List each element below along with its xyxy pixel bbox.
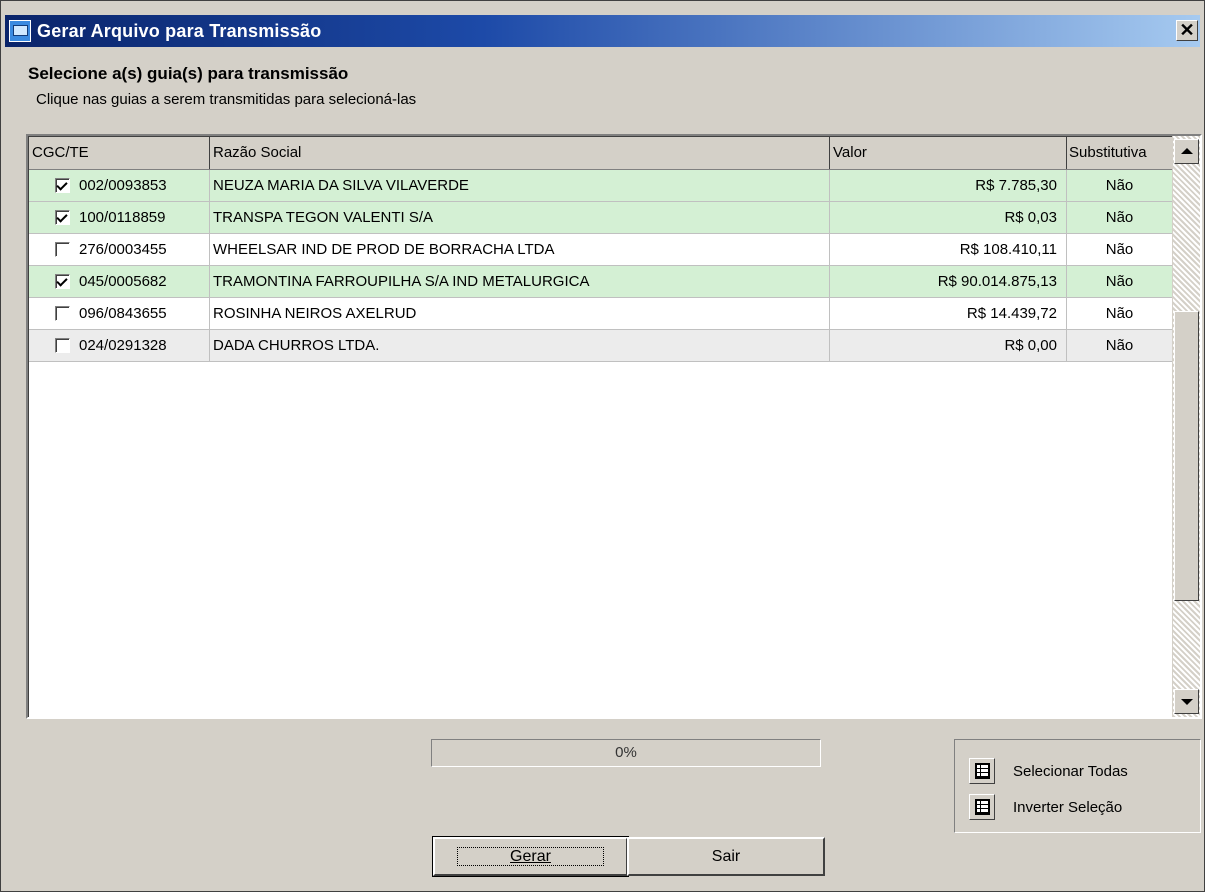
cell-valor: R$ 14.439,72 [830, 298, 1067, 329]
cell-cgc: 276/0003455 [29, 234, 210, 265]
inverter-selecao-label: Inverter Seleção [1013, 798, 1123, 816]
list-select-icon [969, 758, 995, 784]
cell-cgc: 096/0843655 [29, 298, 210, 329]
column-header-razao-social[interactable]: Razão Social [210, 137, 830, 169]
guias-grid: CGC/TE Razão Social Valor Substitutiva 0… [26, 134, 1202, 719]
cgc-value: 276/0003455 [79, 241, 167, 258]
cell-substitutiva: Não [1067, 330, 1173, 361]
sair-button[interactable]: Sair [627, 837, 825, 876]
gerar-label: Gerar [457, 847, 604, 866]
cell-razao-social: TRAMONTINA FARROUPILHA S/A IND METALURGI… [210, 266, 830, 297]
row-checkbox[interactable] [55, 178, 70, 193]
selecionar-todas-label: Selecionar Todas [1013, 762, 1128, 780]
window-title: Gerar Arquivo para Transmissão [37, 20, 322, 41]
cell-valor: R$ 7.785,30 [830, 170, 1067, 201]
inverter-selecao-button[interactable]: Inverter Seleção [969, 792, 1122, 822]
cell-cgc: 024/0291328 [29, 330, 210, 361]
arrow-down-icon [1181, 699, 1193, 705]
cell-substitutiva: Não [1067, 266, 1173, 297]
vertical-scrollbar[interactable] [1172, 136, 1200, 717]
gerar-button[interactable]: Gerar [432, 836, 629, 877]
page-heading: Selecione a(s) guia(s) para transmissão [28, 64, 349, 83]
row-checkbox[interactable] [55, 274, 70, 289]
cgc-value: 045/0005682 [79, 273, 167, 290]
cell-valor: R$ 0,00 [830, 330, 1067, 361]
cell-substitutiva: Não [1067, 298, 1173, 329]
row-checkbox[interactable] [55, 210, 70, 225]
cell-substitutiva: Não [1067, 202, 1173, 233]
row-checkbox[interactable] [55, 338, 70, 353]
column-header-valor[interactable]: Valor [830, 137, 1067, 169]
grid-body: CGC/TE Razão Social Valor Substitutiva 0… [28, 136, 1174, 717]
table-row[interactable]: 276/0003455 WHEELSAR IND DE PROD DE BORRA… [29, 234, 1174, 266]
table-row[interactable]: 100/0118859 TRANSPA TEGON VALENTI S/A R$ 0… [29, 202, 1174, 234]
page-subheading: Clique nas guias a serem transmitidas pa… [36, 91, 417, 108]
list-invert-icon [969, 794, 995, 820]
cell-razao-social: ROSINHA NEIROS AXELRUD [210, 298, 830, 329]
table-row[interactable]: 002/0093853 NEUZA MARIA DA SILVA VILAVERD… [29, 170, 1174, 202]
scroll-thumb[interactable] [1174, 311, 1199, 601]
cell-valor: R$ 0,03 [830, 202, 1067, 233]
cell-substitutiva: Não [1067, 170, 1173, 201]
cell-razao-social: TRANSPA TEGON VALENTI S/A [210, 202, 830, 233]
title-bar: Gerar Arquivo para Transmissão ✕ [5, 15, 1200, 47]
table-row[interactable]: 045/0005682 TRAMONTINA FARROUPILHA S/A IN… [29, 266, 1174, 298]
cell-razao-social: NEUZA MARIA DA SILVA VILAVERDE [210, 170, 830, 201]
table-row[interactable]: 024/0291328 DADA CHURROS LTDA. R$ 0,00 Não [29, 330, 1174, 362]
cell-razao-social: DADA CHURROS LTDA. [210, 330, 830, 361]
table-row[interactable]: 096/0843655 ROSINHA NEIROS AXELRUD R$ 14.4… [29, 298, 1174, 330]
scroll-up-button[interactable] [1174, 139, 1199, 164]
progress-label: 0% [615, 744, 637, 761]
close-button[interactable]: ✕ [1176, 20, 1198, 41]
row-checkbox[interactable] [55, 306, 70, 321]
cell-razao-social: WHEELSAR IND DE PROD DE BORRACHA LTDA [210, 234, 830, 265]
arrow-up-icon [1181, 148, 1193, 154]
grid-rows: 002/0093853 NEUZA MARIA DA SILVA VILAVERD… [29, 170, 1174, 362]
cell-valor: R$ 108.410,11 [830, 234, 1067, 265]
scroll-down-button[interactable] [1174, 689, 1199, 714]
cell-valor: R$ 90.014.875,13 [830, 266, 1067, 297]
cell-cgc: 100/0118859 [29, 202, 210, 233]
close-icon: ✕ [1179, 20, 1195, 40]
cell-cgc: 002/0093853 [29, 170, 210, 201]
column-header-cgc[interactable]: CGC/TE [29, 137, 210, 169]
cell-substitutiva: Não [1067, 234, 1173, 265]
sair-label: Sair [711, 848, 741, 865]
column-header-substitutiva[interactable]: Substitutiva [1067, 137, 1173, 169]
cell-cgc: 045/0005682 [29, 266, 210, 297]
cgc-value: 096/0843655 [79, 305, 167, 322]
selecionar-todas-button[interactable]: Selecionar Todas [969, 756, 1128, 786]
progress-bar: 0% [431, 739, 821, 767]
row-checkbox[interactable] [55, 242, 70, 257]
cgc-value: 100/0118859 [79, 209, 166, 226]
cgc-value: 024/0291328 [79, 337, 167, 354]
selection-group: Selecionar Todas Inverter Seleção [954, 739, 1201, 833]
grid-header: CGC/TE Razão Social Valor Substitutiva [29, 137, 1174, 170]
cgc-value: 002/0093853 [79, 177, 167, 194]
app-icon [9, 20, 31, 42]
dialog-window: Gerar Arquivo para Transmissão ✕ Selecio… [0, 0, 1205, 892]
